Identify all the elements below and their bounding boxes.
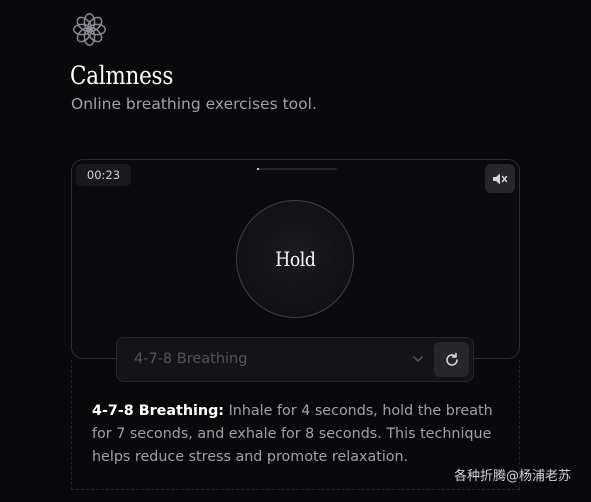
elapsed-timer: 00:23: [76, 164, 131, 186]
progress-bar: [257, 168, 337, 170]
controls-bar: 4-7-8 Breathing: [116, 337, 474, 382]
flower-icon: [73, 13, 106, 46]
breathing-player: 00:23 Hold: [71, 159, 520, 359]
app-title: Calmness: [70, 61, 174, 90]
speaker-muted-icon: [493, 173, 508, 184]
exercise-name: 4-7-8 Breathing:: [92, 403, 225, 419]
phase-label: Hold: [274, 247, 316, 271]
watermark: 各种折腾@杨浦老苏: [453, 469, 571, 484]
exercise-select-value: 4-7-8 Breathing: [134, 351, 248, 367]
app-subtitle: Online breathing exercises tool.: [71, 95, 317, 113]
exercise-select[interactable]: 4-7-8 Breathing: [117, 338, 434, 381]
breathing-circle: Hold: [236, 200, 354, 318]
reset-icon: [445, 352, 458, 366]
exercise-description: 4-7-8 Breathing: Inhale for 4 seconds, h…: [92, 400, 502, 469]
progress-bar-fill: [257, 168, 260, 170]
reset-button[interactable]: [434, 342, 469, 377]
mute-button[interactable]: [485, 164, 515, 193]
chevron-down-icon: [413, 356, 423, 362]
